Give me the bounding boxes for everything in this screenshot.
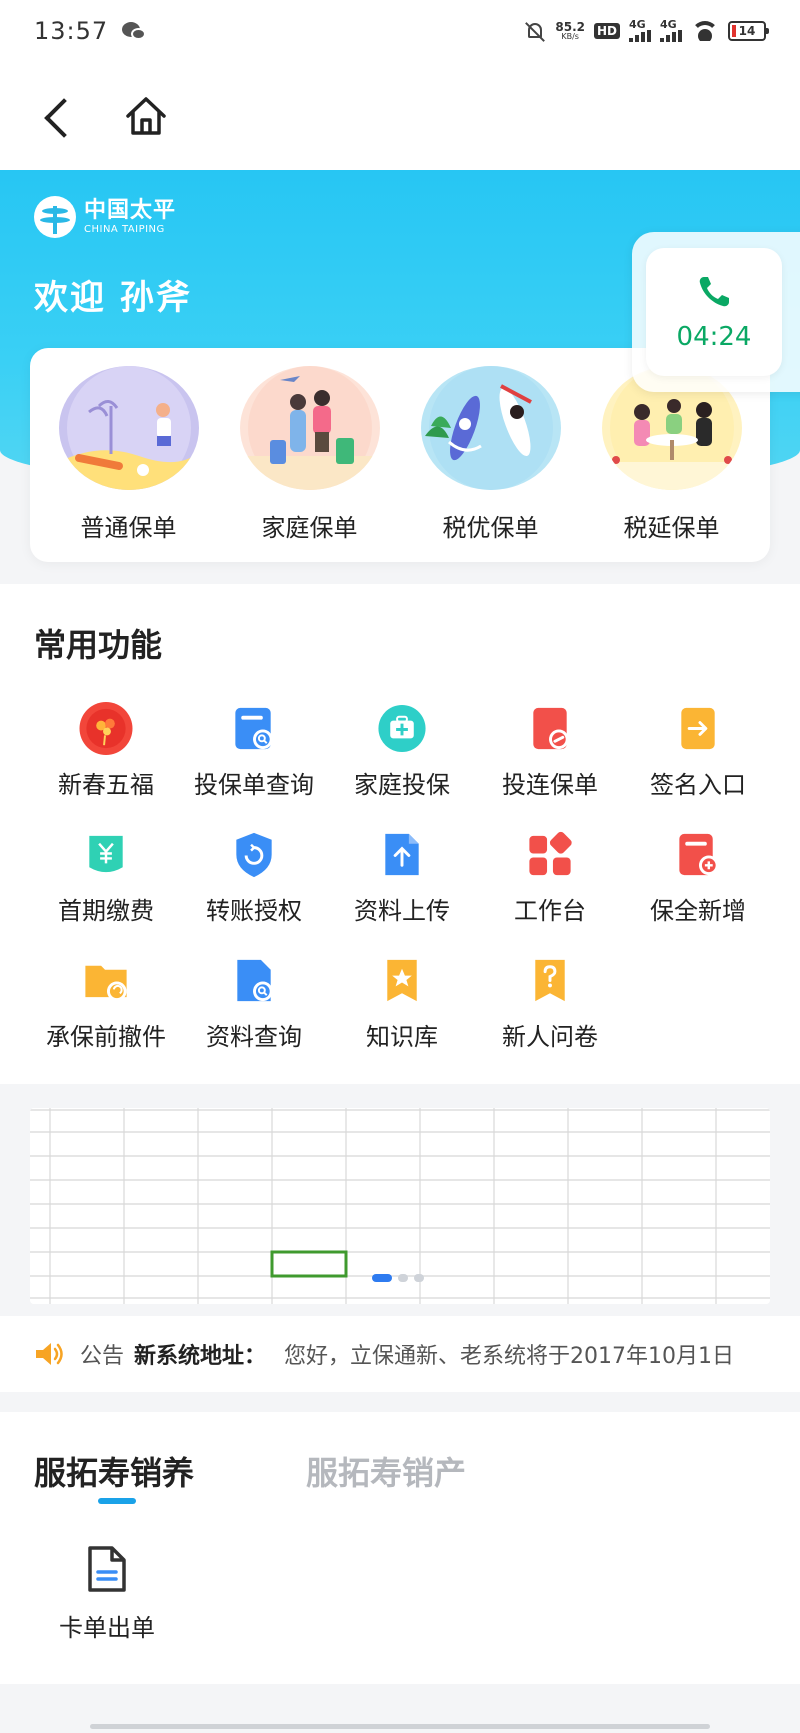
tab-active-indicator (98, 1498, 136, 1504)
file-search-icon (237, 959, 273, 1002)
carousel-dots (372, 1274, 424, 1282)
wechat-icon (122, 20, 148, 42)
yuan-payment-icon (89, 835, 123, 873)
red-balloon-icon (79, 702, 133, 755)
speed-unit: KB/s (561, 32, 579, 41)
status-indicators: 85.2 KB/s HD 4G 4G 14 (524, 18, 769, 42)
workbench-grid-icon (529, 831, 572, 876)
func-newcomer-questionnaire[interactable]: 新人问卷 (476, 954, 624, 1052)
home-indicator (90, 1724, 710, 1729)
medical-kit-icon (378, 704, 426, 753)
policy-item-regular[interactable]: 普通保单 (44, 366, 214, 562)
network-type: 4G (629, 18, 646, 31)
func-label: 知识库 (366, 1023, 438, 1051)
file-upload-icon (385, 833, 419, 876)
phone-icon (699, 277, 729, 307)
func-signature-entry[interactable]: 签名入口 (624, 702, 772, 800)
func-label: 保全新增 (650, 897, 746, 925)
func-label: 首期缴费 (58, 897, 154, 925)
signal-icon: 4G (660, 18, 682, 42)
announcement-bar[interactable]: 公告 新系统地址： 您好，立保通新、老系统将于2017年10月1日 (0, 1316, 800, 1392)
brand-logo: 中国太平 CHINA TAIPING (34, 196, 176, 238)
service-tab-section: 服拓寿销养 服拓寿销产 卡单出单 (0, 1412, 800, 1684)
doc-search-icon (235, 707, 273, 750)
func-label: 投保单查询 (194, 771, 314, 799)
section-title: 常用功能 (34, 626, 163, 664)
func-label: 工作台 (514, 897, 586, 925)
folder-undo-icon (85, 965, 127, 1002)
function-grid: 新春五福 投保单查询 家庭投保 投连保单 签名入口 首期缴费 转账授权 资料上传… (32, 702, 772, 1052)
card-issue-label: 卡单出单 (59, 1614, 155, 1642)
welcome-text: 欢迎 孙斧 (34, 278, 192, 318)
tab-property-insurance[interactable]: 服拓寿销产 (306, 1448, 466, 1494)
func-label: 承保前撤件 (46, 1023, 166, 1051)
tree-logo-icon (34, 196, 76, 238)
func-document-query[interactable]: 资料查询 (180, 954, 328, 1052)
notice-text: 您好，立保通新、老系统将于2017年10月1日 (284, 1344, 735, 1369)
func-knowledge-base[interactable]: 知识库 (328, 954, 476, 1052)
tab-life-insurance[interactable]: 服拓寿销养 (34, 1448, 194, 1494)
call-duration: 04:24 (676, 322, 752, 352)
family-travel-illustration-icon (239, 366, 380, 490)
battery-icon: 14 (728, 21, 769, 41)
nav-bar (0, 62, 800, 170)
carousel-dot-active[interactable] (372, 1274, 392, 1282)
policy-item-tax-deferred[interactable]: 税延保单 (587, 366, 757, 562)
func-label: 资料上传 (354, 897, 450, 925)
func-workbench[interactable]: 工作台 (476, 828, 624, 926)
notice-tag: 公告 (80, 1344, 125, 1369)
network-speed: 85.2 KB/s (555, 21, 585, 41)
card-issue-button[interactable]: 卡单出单 (52, 1544, 162, 1643)
kayak-illustration-icon (420, 366, 561, 490)
func-first-payment[interactable]: 首期缴费 (32, 828, 180, 926)
logo-en-text: CHINA TAIPING (84, 223, 165, 235)
link-doc-icon (533, 707, 569, 750)
bookmark-star-icon (387, 959, 417, 1002)
home-icon[interactable] (122, 92, 170, 140)
carousel-dot[interactable] (414, 1274, 424, 1282)
beach-illustration-icon (58, 366, 199, 490)
carousel-dot[interactable] (398, 1274, 408, 1282)
func-label: 资料查询 (206, 1023, 302, 1051)
policy-item-family[interactable]: 家庭保单 (225, 366, 395, 562)
policy-item-tax-preferred[interactable]: 税优保单 (406, 366, 576, 562)
func-application-query[interactable]: 投保单查询 (180, 702, 328, 800)
common-functions-section: 常用功能 新春五福 投保单查询 家庭投保 投连保单 签名入口 首期缴费 转账授权… (0, 584, 800, 1084)
logo-cn-text: 中国太平 (84, 198, 177, 224)
notice-title: 新系统地址： (134, 1344, 267, 1369)
func-pre-underwriting-withdraw[interactable]: 承保前撤件 (32, 954, 180, 1052)
question-bookmark-icon (535, 959, 565, 1002)
document-icon (88, 1546, 126, 1592)
status-time: 13:57 (34, 17, 109, 45)
shield-refresh-icon (236, 832, 272, 878)
policy-label: 税优保单 (442, 514, 539, 542)
battery-level: 14 (738, 24, 756, 38)
signal-icon: 4G (629, 18, 651, 42)
func-family-insure[interactable]: 家庭投保 (328, 702, 476, 800)
func-document-upload[interactable]: 资料上传 (328, 828, 476, 926)
func-new-year-blessing[interactable]: 新春五福 (32, 702, 180, 800)
back-icon[interactable] (38, 94, 78, 140)
policy-label: 家庭保单 (261, 514, 358, 542)
wifi-icon (691, 21, 719, 41)
status-bar: 13:57 85.2 KB/s HD 4G 4G 14 (0, 0, 800, 62)
func-preservation-add[interactable]: 保全新增 (624, 828, 772, 926)
speaker-icon (36, 1343, 63, 1365)
policy-label: 税延保单 (623, 514, 720, 542)
doc-add-icon (679, 833, 719, 876)
policy-label: 普通保单 (80, 514, 177, 542)
func-label: 转账授权 (206, 897, 302, 925)
func-label: 签名入口 (650, 771, 746, 799)
hd-icon: HD (593, 23, 620, 39)
func-unit-linked-policy[interactable]: 投连保单 (476, 702, 624, 800)
sign-entry-icon (681, 707, 715, 750)
network-type: 4G (660, 18, 677, 31)
call-floating-widget[interactable]: 04:24 (632, 232, 800, 392)
func-label: 新人问卷 (502, 1023, 598, 1051)
func-transfer-authorization[interactable]: 转账授权 (180, 828, 328, 926)
mute-icon (524, 20, 546, 42)
func-label: 家庭投保 (354, 771, 450, 799)
func-label: 新春五福 (58, 771, 154, 799)
func-label: 投连保单 (502, 771, 598, 799)
